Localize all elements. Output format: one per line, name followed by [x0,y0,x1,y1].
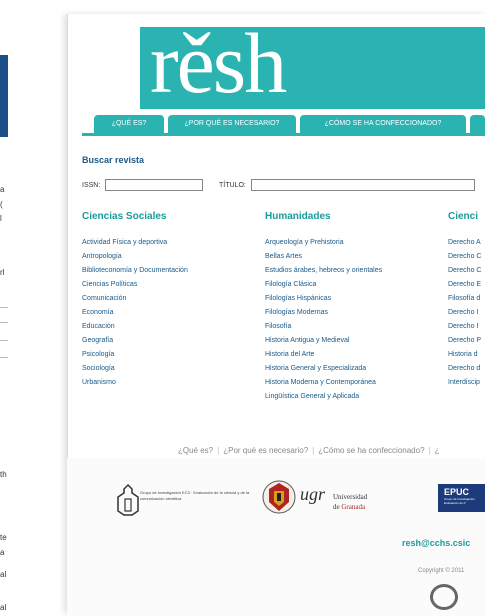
list-item[interactable]: Historia del Arte [265,348,440,362]
list-ciencias-juridicas: Derecho A Derecho C Derecho C Derecho E … [448,236,485,390]
tab-como-se-ha-confeccionado[interactable]: ¿CÓMO SE HA CONFECCIONADO? [300,115,466,133]
list-item[interactable]: Arqueología y Prehistoria [265,236,440,250]
list-item[interactable]: Derecho d [448,362,485,376]
list-item[interactable]: Biblioteconomía y Documentación [82,264,252,278]
bg-fragment: a [0,548,5,557]
background-window: a ( l rl th te a al al [0,0,70,616]
issn-input[interactable] [105,179,203,191]
list-item[interactable]: Lingüística General y Aplicada [265,390,440,404]
footer-links: ¿Qué es? | ¿Por qué es necesario? | ¿Cómo se… [178,446,440,455]
list-item[interactable]: Derecho E [448,278,485,292]
bg-fragment: ( [0,200,3,209]
bg-divider [0,322,8,323]
heading-ciencias-juridicas: Cienci [448,211,479,222]
list-item[interactable]: Historia d [448,348,485,362]
titulo-input[interactable] [251,179,475,191]
univ-line2: de [333,503,340,511]
tab-que-es[interactable]: ¿QUÉ ES? [94,115,164,133]
ugr-crest-icon[interactable] [262,478,296,516]
list-item[interactable]: Derecho C [448,264,485,278]
titulo-label: TÍTULO: [219,182,246,189]
bg-divider [0,307,8,308]
list-item[interactable]: Filologías Hispánicas [265,292,440,306]
epuc-logo[interactable]: EPUC Grupo de Investigación Evaluación d… [438,484,485,512]
heading-ciencias-sociales: Ciencias Sociales [82,211,167,222]
divider: | [428,446,431,455]
bg-fragment: a [0,185,5,194]
list-item[interactable]: Bellas Artes [265,250,440,264]
epuc-title: EPUC [444,487,470,497]
list-item[interactable]: Derecho P [448,334,485,348]
bg-fragment: te [0,533,7,542]
univ-line1: Universidad [333,493,368,501]
list-item[interactable]: Interdiscip [448,376,485,390]
univ-line3: Granada [341,503,366,511]
list-item[interactable]: Filosofía d [448,292,485,306]
loading-circle-icon [430,584,458,610]
bg-fragment: al [0,603,7,612]
footer-link-como[interactable]: ¿Cómo se ha confeccionado? [318,446,424,455]
list-item[interactable]: Derecho C [448,250,485,264]
bg-fragment: al [0,570,7,579]
list-item[interactable]: Historia Moderna y Contemporánea [265,376,440,390]
issn-label: ISSN: [82,182,101,189]
divider: | [312,446,315,455]
ugr-wordmark: ugr [300,484,326,504]
bg-fragment: l [0,214,2,223]
contact-email-link[interactable]: resh@cchs.csic [402,538,470,548]
search-title: Buscar revista [82,155,145,165]
list-item[interactable]: Derecho I [448,306,485,320]
list-item[interactable]: Filosofía [265,320,440,334]
main-nav: ¿QUÉ ES? ¿POR QUÉ ES NECESARIO? ¿CÓMO SE… [94,115,485,133]
list-item[interactable]: Comunicación [82,292,252,306]
heading-humanidades: Humanidades [265,211,331,222]
list-item[interactable]: Filología Clásica [265,278,440,292]
tab-por-que-es-necesario[interactable]: ¿POR QUÉ ES NECESARIO? [168,115,296,133]
list-item[interactable]: Derecho A [448,236,485,250]
footer-link-por-que[interactable]: ¿Por qué es necesario? [223,446,308,455]
list-item[interactable]: Estudios árabes, hebreos y orientales [265,264,440,278]
tab-partial[interactable] [470,115,485,133]
list-item[interactable]: Ciencias Políticas [82,278,252,292]
ec3-caption: Grupo de investigación EC3 · Evaluación … [140,490,250,501]
list-item[interactable]: Urbanismo [82,376,252,390]
copyright-text: Copyright © 2011 [418,568,465,574]
list-item[interactable]: Economía [82,306,252,320]
bg-fragment: rl [0,268,5,277]
divider: | [217,446,220,455]
list-item[interactable]: Filologías Modernas [265,306,440,320]
footer-link-que-es[interactable]: ¿Qué es? [178,446,213,455]
list-item[interactable]: Psicología [82,348,252,362]
background-window-banner [0,55,8,137]
list-humanidades: Arqueología y Prehistoria Bellas Artes E… [265,236,440,404]
bg-divider [0,340,8,341]
list-ciencias-sociales: Actividad Física y deportiva Antropologí… [82,236,252,390]
bg-divider [0,357,8,358]
list-item[interactable]: Historia General y Especializada [265,362,440,376]
bg-fragment: th [0,470,7,479]
list-item[interactable]: Educación [82,320,252,334]
footer-link-partial[interactable]: ¿ [435,446,440,455]
list-item[interactable]: Historia Antigua y Medieval [265,334,440,348]
list-item[interactable]: Geografía [82,334,252,348]
list-item[interactable]: Derecho I [448,320,485,334]
list-item[interactable]: Actividad Física y deportiva [82,236,252,250]
nav-underline [82,133,485,136]
list-item[interactable]: Antropología [82,250,252,264]
site-logo[interactable]: rěsh [150,20,287,106]
list-item[interactable]: Sociología [82,362,252,376]
universidad-de-granada: Universidad de Granada [333,492,367,512]
epuc-subtitle: Grupo de Investigación Evaluación de P [444,497,475,505]
